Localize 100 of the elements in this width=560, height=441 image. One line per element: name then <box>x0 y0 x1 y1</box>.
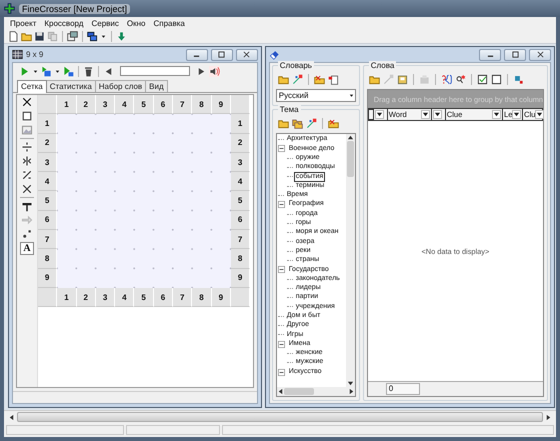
wand-icon[interactable] <box>306 118 317 129</box>
folder-icon[interactable] <box>368 74 380 85</box>
caret-icon <box>512 110 522 119</box>
expander-icon[interactable] <box>278 340 285 348</box>
expander-icon[interactable] <box>278 266 285 274</box>
folders-icon[interactable] <box>292 118 303 129</box>
column-header: 8 <box>192 95 212 114</box>
forward-arrow-icon[interactable] <box>196 66 207 76</box>
maximize-button[interactable] <box>504 48 526 60</box>
caret-icon <box>432 110 442 119</box>
group-title: Слова <box>368 61 396 70</box>
search-star-icon[interactable] <box>454 74 466 85</box>
folder-delete-icon[interactable] <box>314 74 325 85</box>
grid-icon <box>12 49 23 60</box>
scroll-thumb[interactable] <box>17 412 543 422</box>
box-play-icon[interactable] <box>63 66 74 76</box>
expander-icon[interactable] <box>278 201 285 208</box>
scrollbar[interactable] <box>4 410 556 423</box>
folder-icon[interactable] <box>278 118 289 129</box>
row-header: 3 <box>38 152 58 172</box>
windows-icon[interactable] <box>87 30 98 42</box>
row-header: 6 <box>38 210 58 230</box>
wand-icon[interactable] <box>292 74 303 85</box>
save-icon[interactable] <box>34 30 45 42</box>
caret-icon <box>420 110 430 119</box>
down-arrow-icon[interactable] <box>116 30 127 42</box>
scroll-thumb[interactable] <box>284 388 314 395</box>
diagonal-icon[interactable] <box>21 183 33 195</box>
scrollbar[interactable] <box>276 387 355 396</box>
word-input[interactable] <box>120 66 190 76</box>
row-header: 4 <box>230 172 250 192</box>
trash-icon[interactable] <box>83 66 94 76</box>
question-braces-icon[interactable] <box>440 74 452 85</box>
split-icon[interactable] <box>21 141 33 153</box>
plug-icon[interactable] <box>512 74 524 85</box>
column-header: 5 <box>134 95 154 114</box>
menu-item[interactable]: Окно <box>122 18 150 28</box>
maximize-icon <box>510 51 520 58</box>
checked-box-icon[interactable] <box>476 74 488 85</box>
tab[interactable]: Статистика <box>46 80 96 92</box>
back-arrow-icon[interactable] <box>103 66 114 76</box>
minimize-button[interactable] <box>186 48 208 60</box>
close-button[interactable] <box>236 48 258 60</box>
menu-item[interactable]: Проект <box>6 18 40 28</box>
scroll-left-icon[interactable] <box>276 388 284 395</box>
scroll-left-icon[interactable] <box>8 414 15 420</box>
export-icon[interactable] <box>328 74 339 85</box>
tab[interactable]: Вид <box>145 80 168 92</box>
column-header: 8 <box>192 288 212 308</box>
scroll-right-icon[interactable] <box>545 414 552 420</box>
column-header: 7 <box>173 95 192 114</box>
row-header: 7 <box>38 230 58 250</box>
app-icon <box>4 3 15 14</box>
filter-button[interactable] <box>432 109 446 120</box>
close-icon <box>536 51 544 58</box>
row-header: 4 <box>38 172 58 192</box>
eraser-icon <box>268 49 280 60</box>
square-icon[interactable] <box>21 110 33 122</box>
count-field: 0 <box>386 383 420 395</box>
row-header: 6 <box>230 210 250 230</box>
menu-item[interactable]: Кроссворд <box>40 18 88 28</box>
column-header: 6 <box>154 95 174 114</box>
expander-icon[interactable] <box>278 145 285 152</box>
font-tool[interactable]: A <box>20 242 34 255</box>
column-header: 7 <box>173 288 192 308</box>
column-header: 2 <box>76 95 96 114</box>
maximize-button[interactable] <box>210 48 233 60</box>
menu-item[interactable]: Справка <box>149 18 189 28</box>
split-icon[interactable] <box>21 155 33 167</box>
box-play-icon[interactable] <box>41 66 52 76</box>
folder-delete-icon[interactable] <box>328 118 339 129</box>
column-header: 9 <box>212 95 231 114</box>
folder-icon[interactable] <box>278 74 289 85</box>
row-header: 1 <box>230 114 250 134</box>
row-header: 5 <box>38 191 58 211</box>
column-header: 1 <box>57 288 77 308</box>
close-button[interactable] <box>529 48 551 60</box>
minimize-button[interactable] <box>479 48 501 60</box>
properties-icon[interactable] <box>67 30 78 42</box>
window-title: FineCrosser [New Project] <box>19 4 130 14</box>
cross-icon[interactable] <box>21 96 33 108</box>
scrollbar[interactable] <box>346 134 355 387</box>
filter-button[interactable] <box>374 109 388 120</box>
pin-icon[interactable] <box>21 200 33 212</box>
tab[interactable]: Сетка <box>17 80 47 93</box>
group-title: Тема <box>278 105 301 114</box>
language-dropdown[interactable]: Русский <box>276 89 356 102</box>
menu-item[interactable]: Сервис <box>87 18 123 28</box>
column-header: 4 <box>115 95 134 114</box>
expander-icon[interactable] <box>278 368 285 376</box>
column-header: 4 <box>115 288 134 308</box>
scroll-thumb[interactable] <box>346 141 354 177</box>
column-header: 1 <box>57 95 77 114</box>
tab[interactable]: Набор слов <box>94 80 146 92</box>
diagonal-icon[interactable] <box>21 169 33 181</box>
row-header: 9 <box>230 268 250 288</box>
row-header: 8 <box>38 249 58 269</box>
empty-box-icon[interactable] <box>490 74 502 85</box>
book-icon[interactable] <box>396 74 408 85</box>
speaker-icon[interactable] <box>209 66 220 76</box>
